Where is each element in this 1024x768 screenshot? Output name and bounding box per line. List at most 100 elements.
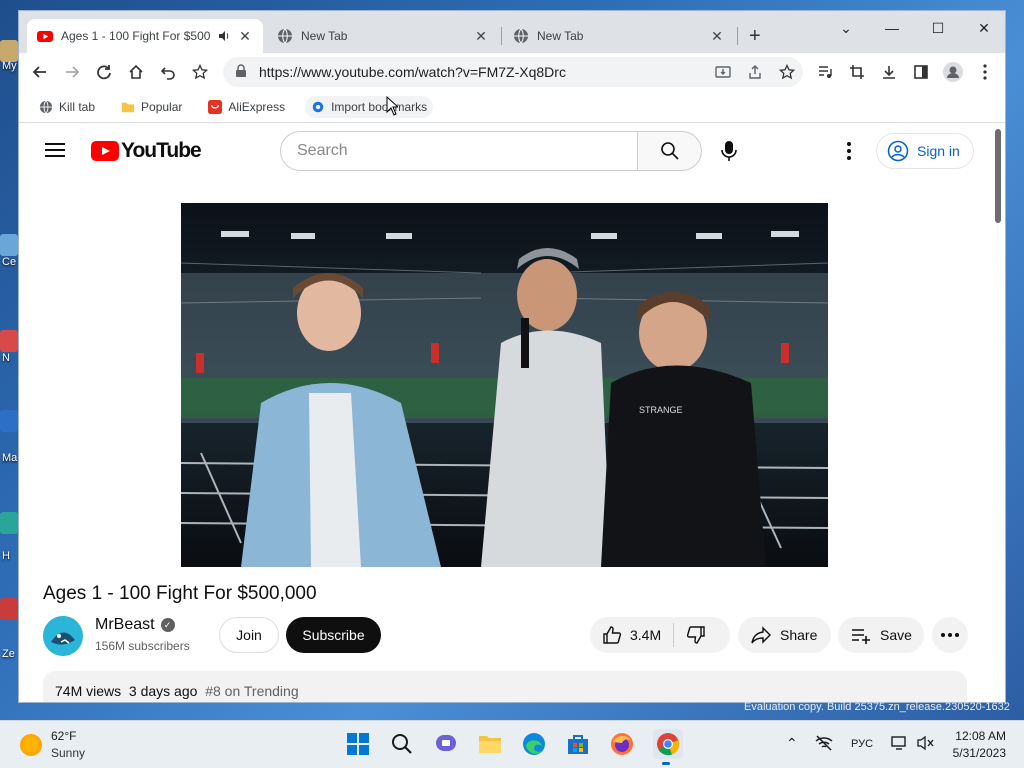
forward-icon[interactable] (61, 61, 83, 83)
start-icon[interactable] (345, 731, 371, 757)
chrome-menu-icon[interactable] (974, 61, 996, 83)
youtube-logo[interactable]: YouTube (91, 139, 202, 163)
desktop-icon[interactable] (0, 512, 18, 534)
page-scrollbar[interactable] (991, 123, 1005, 702)
tab-youtube[interactable]: Ages 1 - 100 Fight For $500 ✕ (27, 19, 263, 53)
bookmark-star-icon[interactable] (771, 64, 803, 80)
close-tab-icon[interactable]: ✕ (473, 28, 489, 45)
settings-kebab-icon[interactable] (837, 139, 861, 163)
bookmark-aliexpress[interactable]: AliExpress (202, 96, 291, 118)
bookmark-folder-popular[interactable]: Popular (115, 96, 188, 118)
media-control-icon[interactable] (814, 61, 836, 83)
subscribe-button[interactable]: Subscribe (286, 617, 381, 653)
back-icon[interactable] (29, 61, 51, 83)
playlist-add-icon (852, 629, 870, 644)
profile-icon[interactable] (942, 61, 964, 83)
bookmark-import[interactable]: Import bookmarks (305, 95, 434, 118)
browser-toolbar: https://www.youtube.com/watch?v=FM7Z-Xq8… (19, 53, 1005, 91)
desktop-label: Ce (2, 256, 17, 268)
close-tab-icon[interactable]: ✕ (237, 28, 253, 45)
description-box[interactable]: 74M views 3 days ago #8 on Trending (43, 671, 967, 702)
youtube-page: YouTube Search Sign in STRANGE Ages 1 - … (19, 123, 1005, 702)
language-indicator[interactable]: РУС (851, 738, 873, 750)
close-tab-icon[interactable]: ✕ (709, 28, 725, 45)
desktop-label: Ze (2, 648, 15, 660)
network-offline-icon[interactable] (815, 735, 833, 754)
display-icon[interactable] (891, 735, 909, 754)
microphone-icon[interactable] (717, 139, 741, 163)
home-icon[interactable] (125, 61, 147, 83)
reload-icon[interactable] (93, 61, 115, 83)
temperature: 62°F (51, 729, 77, 743)
desktop-icon[interactable] (0, 330, 18, 352)
weather-condition: Sunny (51, 746, 86, 760)
search-input[interactable]: Search (280, 131, 638, 171)
globe-icon (39, 100, 53, 113)
channel-name[interactable]: MrBeast ✓ (95, 616, 175, 634)
side-panel-icon[interactable] (910, 61, 932, 83)
bookmark-label: Kill tab (59, 99, 96, 114)
join-button[interactable]: Join (219, 617, 279, 653)
minimize-icon[interactable]: — (869, 15, 915, 41)
browser-window: Ages 1 - 100 Fight For $500 ✕ New Tab ✕ … (18, 10, 1006, 703)
desktop-icon[interactable] (0, 410, 18, 432)
edge-icon[interactable] (521, 731, 547, 757)
more-actions-button[interactable] (932, 617, 968, 653)
folder-icon (121, 102, 135, 112)
show-hidden-icons-icon[interactable]: ⌃ (786, 735, 798, 752)
hamburger-menu-icon[interactable] (43, 139, 67, 163)
lock-icon[interactable] (235, 63, 249, 81)
sign-in-button[interactable]: Sign in (876, 133, 974, 169)
trending-link[interactable]: #8 on Trending (205, 683, 298, 699)
shirt-text: STRANGE (639, 405, 683, 415)
store-icon[interactable] (565, 731, 591, 757)
undo-icon[interactable] (157, 61, 179, 83)
search-button[interactable] (638, 131, 702, 171)
firefox-icon[interactable] (609, 731, 635, 757)
mouse-cursor-icon (386, 96, 398, 116)
like-button[interactable]: 3.4M (590, 625, 661, 645)
search-icon[interactable] (389, 731, 415, 757)
tab-new-2[interactable]: New Tab ✕ (503, 19, 735, 53)
install-icon[interactable] (707, 64, 739, 80)
volume-muted-icon[interactable] (916, 735, 934, 754)
video-player[interactable]: STRANGE (181, 203, 828, 567)
share-label: Share (780, 627, 818, 643)
desktop-icon[interactable] (0, 234, 18, 256)
sign-in-label: Sign in (917, 143, 960, 159)
youtube-wordmark: YouTube (121, 139, 202, 162)
tab-new-1[interactable]: New Tab ✕ (267, 19, 499, 53)
globe-icon (514, 28, 528, 44)
tab-search-icon[interactable]: ⌄ (823, 15, 869, 41)
youtube-header: YouTube Search Sign in (19, 123, 1005, 179)
channel-avatar[interactable] (43, 616, 83, 656)
share-page-icon[interactable] (739, 64, 771, 80)
new-tab-icon[interactable]: + (749, 25, 761, 48)
crop-icon[interactable] (846, 61, 868, 83)
youtube-play-icon (91, 141, 119, 161)
download-icon[interactable] (878, 61, 900, 83)
desktop-icon[interactable] (0, 598, 18, 620)
speaker-icon[interactable] (217, 29, 231, 43)
chat-icon[interactable] (433, 731, 459, 757)
address-bar[interactable]: https://www.youtube.com/watch?v=FM7Z-Xq8… (223, 57, 803, 87)
channel-name-text: MrBeast (95, 616, 155, 633)
maximize-icon[interactable]: ☐ (915, 15, 961, 41)
bookmarks-bar: Kill tab Popular AliExpress Import bookm… (19, 91, 1005, 123)
like-count: 3.4M (630, 627, 662, 643)
system-clock[interactable]: 12:08 AM 5/31/2023 (946, 729, 1006, 760)
desktop-icon[interactable] (0, 40, 18, 62)
tab-title: New Tab (301, 29, 348, 43)
thumbs-down-icon[interactable] (686, 625, 706, 645)
chrome-icon[interactable] (653, 729, 683, 765)
save-button[interactable]: Save (838, 617, 924, 653)
star-icon[interactable] (189, 61, 211, 83)
url-text[interactable]: https://www.youtube.com/watch?v=FM7Z-Xq8… (259, 64, 707, 80)
bookmark-kill-tab[interactable]: Kill tab (33, 96, 101, 118)
upload-age: 3 days ago (128, 683, 198, 699)
share-button[interactable]: Share (738, 617, 831, 653)
scrollbar-thumb[interactable] (995, 129, 1001, 223)
file-explorer-icon[interactable] (477, 731, 503, 757)
bookmark-label: Popular (141, 99, 183, 114)
close-window-icon[interactable]: ✕ (961, 15, 1005, 41)
